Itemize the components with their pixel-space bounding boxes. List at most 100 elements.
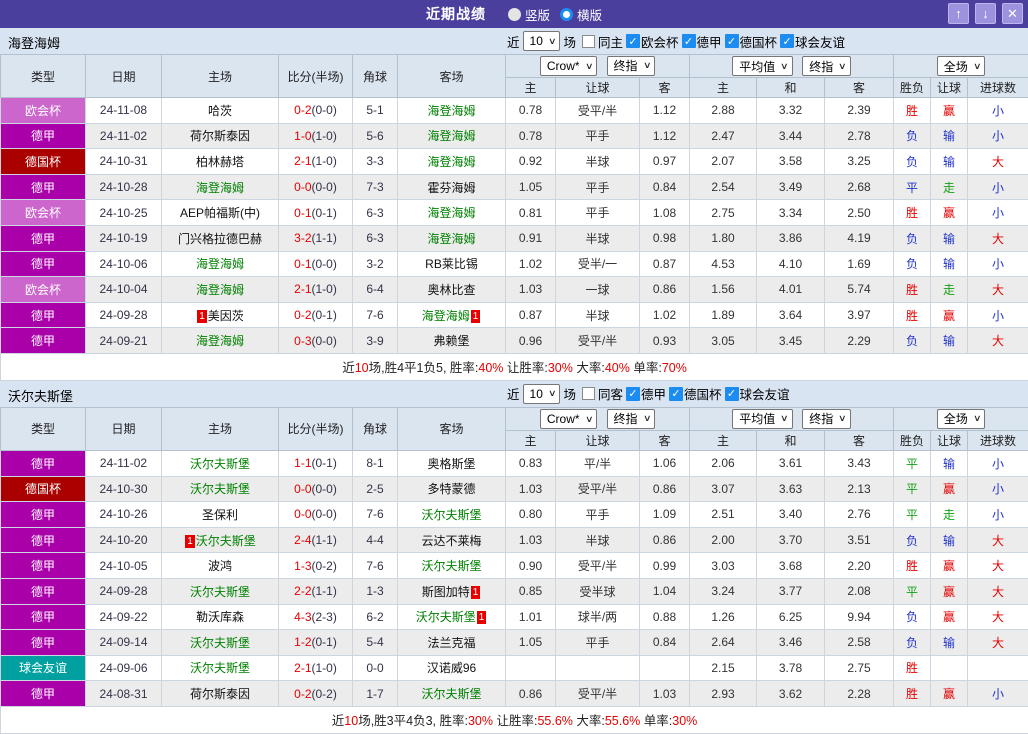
match-row: 德甲 24-08-31 荷尔斯泰因 0-2(0-2) 1-7 沃尔夫斯堡 0.86 受平/半 1… [0, 680, 1028, 707]
home-team-link[interactable]: 海登海姆 [196, 283, 244, 297]
match-date: 24-10-28 [85, 173, 162, 201]
odds-home: 1.01 [505, 603, 556, 631]
away-team-link[interactable]: 弗赖堡 [433, 334, 469, 348]
halftime-score: (0-1) [311, 635, 337, 650]
home-team-link[interactable]: 沃尔夫斯堡 [196, 534, 256, 548]
league-badge: 德甲 [0, 327, 86, 354]
fulltime-score: 1-0 [294, 128, 312, 143]
home-team-link[interactable]: 海登海姆 [196, 257, 244, 271]
away-team-link[interactable]: 海登海姆 [427, 155, 475, 169]
odds-away: 0.93 [638, 327, 691, 354]
league-checkbox-checked[interactable]: ✓ [626, 386, 640, 401]
sub-goals: 进球数 [967, 429, 1028, 451]
away-team-link[interactable]: 海登海姆 [427, 206, 475, 220]
league-filter-group: ✓ 欧会杯 ✓ 德甲 ✓ 德国杯 ✓ 球会友谊 [623, 32, 845, 51]
home-team-link[interactable]: 沃尔夫斯堡 [190, 585, 250, 599]
match-count-select[interactable]: 10 ∨ [522, 383, 561, 404]
home-team-link[interactable]: 门兴格拉德巴赫 [178, 232, 262, 246]
odds-away: 1.12 [638, 122, 691, 150]
league-checkbox-checked[interactable]: ✓ [669, 386, 684, 401]
league-checkbox-checked[interactable]: ✓ [724, 34, 739, 48]
away-team-link[interactable]: 多特蒙德 [427, 482, 475, 496]
avg-draw: 3.86 [756, 224, 826, 252]
avg-source-select[interactable]: 平均值 ∨ [732, 56, 793, 76]
away-team-link[interactable]: 沃尔夫斯堡 [416, 610, 476, 624]
sub-avg-draw: 和 [756, 77, 826, 98]
corner-score: 6-2 [352, 603, 398, 631]
home-team-link[interactable]: 沃尔夫斯堡 [190, 636, 250, 650]
away-team-cell: 奥格斯堡 [397, 449, 506, 477]
odds-source-select[interactable]: Crow* ∨ [539, 409, 598, 430]
home-team-link[interactable]: AEP帕福斯(中) [180, 206, 260, 220]
corner-score: 0-0 [352, 654, 398, 682]
away-team-link[interactable]: 沃尔夫斯堡 [421, 559, 481, 573]
home-team-link[interactable]: 沃尔夫斯堡 [190, 661, 250, 675]
same-venue-checkbox[interactable] [581, 34, 595, 48]
home-team-link[interactable]: 沃尔夫斯堡 [190, 457, 250, 471]
away-team-link[interactable]: 海登海姆 [427, 129, 475, 143]
avg-final-select[interactable]: 终指 ∨ [802, 56, 851, 76]
avg-home: 2.07 [689, 148, 758, 175]
result-outcome: 平 [893, 449, 932, 477]
away-team-link[interactable]: RB莱比锡 [425, 257, 478, 271]
away-team-link[interactable]: 海登海姆 [422, 309, 470, 323]
avg-source-select[interactable]: 平均值 ∨ [732, 408, 793, 429]
home-team-link[interactable]: 圣保利 [202, 508, 238, 522]
summary-text: 70% [661, 361, 687, 376]
away-team-link[interactable]: 斯图加特 [422, 585, 470, 599]
away-team-link[interactable]: 沃尔夫斯堡 [421, 508, 481, 522]
layout-horizontal-radio[interactable]: 横版 [560, 5, 602, 24]
away-team-link[interactable]: 沃尔夫斯堡 [421, 687, 481, 701]
away-team-link[interactable]: 海登海姆 [427, 232, 475, 246]
scope-select[interactable]: 全场 ∨ [936, 56, 986, 76]
odds-home: 0.78 [505, 97, 556, 124]
match-count-select[interactable]: 10 ∨ [522, 31, 561, 51]
close-button[interactable]: ✕ [1002, 3, 1023, 24]
home-team-link[interactable]: 哈茨 [208, 104, 232, 118]
move-down-button[interactable]: ↓ [975, 3, 996, 24]
sub-goals: 进球数 [967, 77, 1028, 98]
avg-final-select[interactable]: 终指 ∨ [802, 408, 851, 429]
fulltime-score: 2-4 [294, 533, 312, 548]
away-team-link[interactable]: 海登海姆 [427, 104, 475, 118]
corner-score: 3-3 [352, 148, 398, 175]
match-date: 24-09-06 [85, 654, 162, 682]
away-team-link[interactable]: 法兰克福 [427, 636, 475, 650]
sub-avg-home: 主 [689, 77, 758, 98]
chevron-down-icon: ∨ [584, 413, 594, 424]
home-team-link[interactable]: 柏林赫塔 [196, 155, 244, 169]
same-venue-checkbox[interactable] [581, 387, 595, 401]
fulltime-score: 0-2 [294, 686, 312, 701]
corner-score: 5-1 [352, 97, 398, 124]
away-team-link[interactable]: 云达不莱梅 [421, 534, 481, 548]
league-checkbox-checked[interactable]: ✓ [681, 34, 696, 48]
league-checkbox-checked[interactable]: ✓ [626, 34, 640, 48]
away-team-link[interactable]: 汉诺威96 [427, 661, 476, 675]
red-card-icon: 1 [197, 309, 207, 323]
home-team-link[interactable]: 波鸿 [208, 559, 232, 573]
scope-select[interactable]: 全场 ∨ [936, 408, 986, 429]
league-checkbox-checked[interactable]: ✓ [780, 34, 795, 48]
home-team-link[interactable]: 沃尔夫斯堡 [190, 482, 250, 496]
odds-final-select[interactable]: 终指 ∨ [606, 55, 656, 76]
odds-final-select[interactable]: 终指 ∨ [606, 408, 656, 429]
odds-source-select[interactable]: Crow* ∨ [539, 56, 598, 77]
home-team-link[interactable]: 海登海姆 [196, 334, 244, 348]
away-team-link[interactable]: 奥格斯堡 [427, 457, 475, 471]
league-checkbox-checked[interactable]: ✓ [724, 386, 739, 401]
home-team-link[interactable]: 荷尔斯泰因 [190, 129, 250, 143]
corner-score: 6-3 [352, 199, 398, 226]
fulltime-score: 1-1 [294, 456, 312, 471]
home-team-link[interactable]: 勒沃库森 [196, 610, 244, 624]
home-team-link[interactable]: 海登海姆 [196, 181, 244, 195]
same-venue-label: 同主 [597, 35, 623, 50]
home-team-link[interactable]: 美因茨 [208, 309, 244, 323]
away-team-link[interactable]: 奥林比查 [427, 283, 475, 297]
home-team-link[interactable]: 荷尔斯泰因 [190, 687, 250, 701]
away-team-link[interactable]: 霍芬海姆 [427, 181, 475, 195]
result-goals: 小 [967, 199, 1028, 226]
layout-vertical-radio[interactable]: 竖版 [507, 5, 550, 24]
score-cell: 1-0(1-0) [278, 122, 353, 150]
move-up-button[interactable]: ↑ [948, 3, 969, 24]
odds-away: 1.06 [638, 449, 691, 477]
